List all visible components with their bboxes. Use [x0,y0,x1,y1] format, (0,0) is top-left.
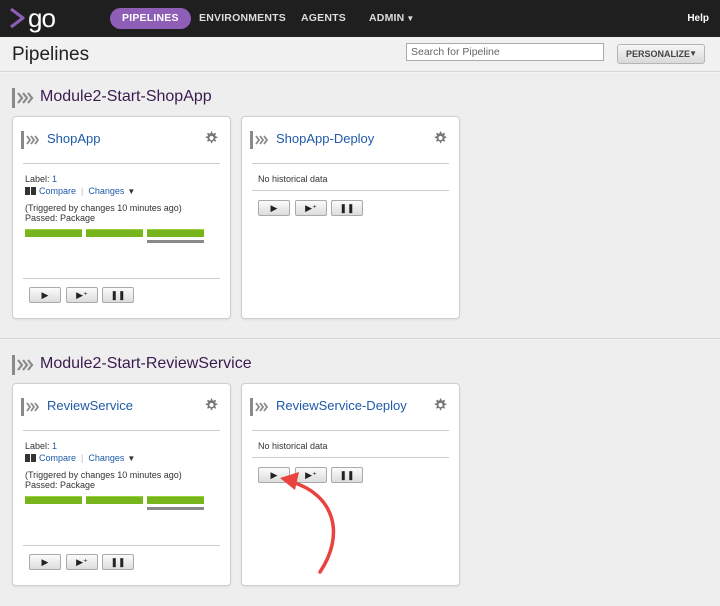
pause-button[interactable]: ❚❚ [331,467,363,483]
gear-icon[interactable] [204,131,218,145]
label-prefix: Label: [25,441,53,451]
compare-link[interactable]: Compare [39,186,76,196]
stage-passed[interactable] [86,229,143,237]
triggered-text: (Triggered by changes 10 minutes ago) [25,203,182,213]
divider [252,163,449,164]
pause-button[interactable]: ❚❚ [102,287,134,303]
trigger-with-options-button[interactable]: ▶⁺ [66,287,98,303]
trigger-button[interactable]: ▶ [258,467,290,483]
pipeline-icon [21,131,40,149]
top-nav: go PIPELINES ENVIRONMENTS AGENTS ADMIN ▼ … [0,0,720,37]
nav-admin-label: ADMIN [369,12,405,24]
label-link[interactable]: 1 [52,174,57,184]
stage-passed[interactable] [147,496,204,504]
pipeline-card: ShopApp Label: 1 Compare | Changes ▼ (Trigg… [12,116,231,319]
compare-link[interactable]: Compare [39,453,76,463]
stage-passed[interactable] [86,496,143,504]
pipeline-card: ReviewService-Deploy No historical data … [241,383,460,586]
pipeline-name[interactable]: ShopApp [47,131,101,146]
trigger-info: (Triggered by changes 10 minutes ago) Pa… [25,470,182,490]
compare-icon [25,187,36,195]
link-separator: | [81,453,84,463]
pipeline-card: ShopApp-Deploy No historical data ▶ ▶⁺ ❚… [241,116,460,319]
divider [252,190,449,191]
pipeline-icon [21,398,40,416]
passed-text: Passed: Package [25,480,96,490]
group-title[interactable]: Module2-Start-ReviewService [40,355,252,373]
trigger-with-options-button[interactable]: ▶⁺ [295,467,327,483]
passed-text: Passed: Package [25,213,96,223]
nav-help[interactable]: Help [687,8,709,29]
pause-button[interactable]: ❚❚ [331,200,363,216]
pipeline-card: ReviewService Label: 1 Compare | Changes ▼ … [12,383,231,586]
pipeline-icon [250,131,269,149]
go-logo[interactable]: go [9,3,69,33]
changes-link[interactable]: Changes [88,453,124,463]
changes-link[interactable]: Changes [88,186,124,196]
nav-pipelines[interactable]: PIPELINES [110,8,191,29]
triggered-text: (Triggered by changes 10 minutes ago) [25,470,182,480]
pipeline-group: Module2-Start-ShopApp ShopApp Label: 1 C… [0,73,720,339]
pipeline-name[interactable]: ShopApp-Deploy [276,131,374,146]
no-history-text: No historical data [258,174,328,184]
personalize-button[interactable]: PERSONALIZE ▼ [617,44,705,64]
pipeline-group-icon [12,355,34,375]
pipeline-name[interactable]: ReviewService [47,398,133,413]
go-logo-icon [10,8,25,28]
stage-passed[interactable] [25,229,82,237]
stage-passed[interactable] [147,229,204,237]
link-separator: | [81,186,84,196]
nav-agents[interactable]: AGENTS [301,8,346,29]
divider [252,457,449,458]
compare-icon [25,454,36,462]
pipeline-links: Compare | Changes ▼ [25,453,135,463]
divider [23,163,220,164]
chevron-down-icon: ▼ [406,14,415,23]
nav-admin[interactable]: ADMIN ▼ [369,8,415,29]
group-title[interactable]: Module2-Start-ShopApp [40,88,212,106]
no-history-text: No historical data [258,441,328,451]
search-input[interactable] [406,43,604,61]
divider [252,430,449,431]
page-title: Pipelines [12,44,90,65]
trigger-info: (Triggered by changes 10 minutes ago) Pa… [25,203,182,223]
personalize-label: PERSONALIZE [626,49,691,59]
trigger-with-options-button[interactable]: ▶⁺ [66,554,98,570]
nav-environments[interactable]: ENVIRONMENTS [199,8,286,29]
trigger-button[interactable]: ▶ [29,287,61,303]
pipeline-name[interactable]: ReviewService-Deploy [276,398,407,413]
pipeline-group: Module2-Start-ReviewService ReviewServic… [0,340,720,606]
pipeline-label: Label: 1 [25,174,57,184]
current-stage-indicator [147,240,204,243]
pipeline-group-icon [12,88,34,108]
stage-passed[interactable] [25,496,82,504]
chevron-down-icon[interactable]: ▼ [127,454,135,463]
gear-icon[interactable] [433,398,447,412]
pipeline-links: Compare | Changes ▼ [25,186,135,196]
label-link[interactable]: 1 [52,441,57,451]
pause-button[interactable]: ❚❚ [102,554,134,570]
chevron-down-icon: ▼ [689,49,697,58]
label-prefix: Label: [25,174,53,184]
trigger-button[interactable]: ▶ [258,200,290,216]
divider [23,278,220,279]
gear-icon[interactable] [433,131,447,145]
trigger-with-options-button[interactable]: ▶⁺ [295,200,327,216]
trigger-button[interactable]: ▶ [29,554,61,570]
pipeline-icon [250,398,269,416]
pipeline-label: Label: 1 [25,441,57,451]
divider [23,430,220,431]
divider [23,545,220,546]
current-stage-indicator [147,507,204,510]
chevron-down-icon[interactable]: ▼ [127,187,135,196]
gear-icon[interactable] [204,398,218,412]
page-header: Pipelines PERSONALIZE▼ [0,37,720,72]
logo-text: go [28,3,56,33]
